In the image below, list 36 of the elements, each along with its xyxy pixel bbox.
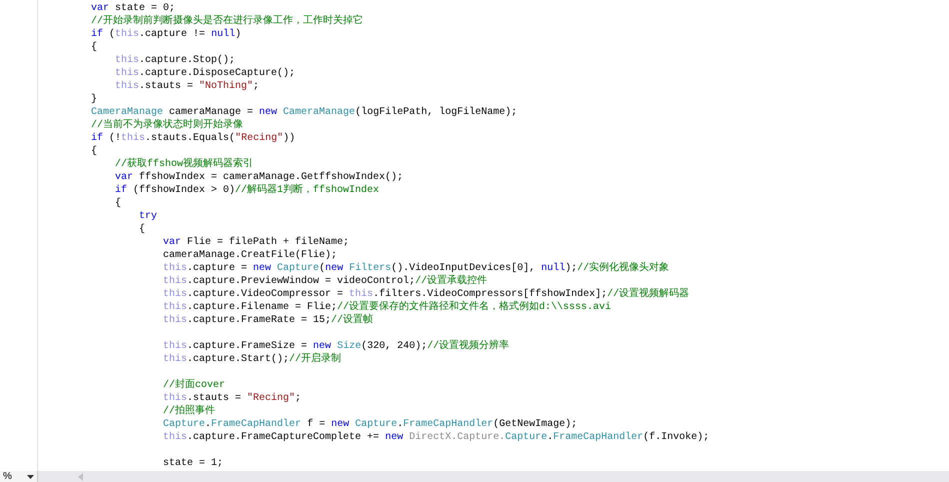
code-line: this.capture.FrameCaptureComplete += new DirectX.Capture.Capture.FrameCapHandler(f.Invoke); bbox=[162, 431, 710, 444]
code-line: this.capture.VideoCompressor = this.filters.VideoCompressors[ffshowIndex];//设置视频解码器 bbox=[162, 288, 690, 300]
code-line: try bbox=[138, 210, 158, 223]
code-line: this.stauts = "NoThing"; bbox=[114, 80, 260, 93]
code-line: this.capture.FrameRate = 15;//设置帧 bbox=[162, 314, 374, 327]
code-line: } bbox=[91, 93, 98, 106]
code-line: var ffshowIndex = cameraManage.GetffshowIndex(); bbox=[114, 171, 404, 184]
code-line: Capture.FrameCapHandler f = new Capture.FrameCapHandler(GetNewImage); bbox=[162, 418, 578, 431]
code-line: if (!this.stauts.Equals("Recing")) bbox=[91, 132, 296, 145]
code-line: var state = 0; bbox=[91, 2, 176, 14]
code-line: //获取ffshow视频解码器索引 bbox=[114, 158, 254, 171]
scroll-left-icon[interactable] bbox=[78, 472, 83, 480]
code-line: //当前不为录像状态时则开始录像 bbox=[91, 119, 244, 132]
code-line: { bbox=[91, 145, 98, 158]
code-line: //拍照事件 bbox=[162, 405, 216, 418]
code-line: var Flie = filePath + fileName; bbox=[162, 236, 350, 249]
code-line: state = 1; bbox=[162, 457, 224, 470]
code-line: this.capture.Stop(); bbox=[114, 54, 236, 67]
zoom-dropdown[interactable]: % bbox=[0, 471, 38, 482]
code-line: this.capture = new Capture(new Filters().VideoInputDevices[0], null);//实例化视像头对象 bbox=[162, 262, 670, 274]
code-line: if (ffshowIndex > 0)//解码器1判断，ffshowIndex bbox=[114, 184, 380, 197]
code-line: { bbox=[114, 197, 122, 210]
code-line: { bbox=[138, 223, 146, 236]
caret-icon bbox=[27, 474, 34, 478]
code-line: cameraManage.CreatFile(Flie); bbox=[162, 249, 338, 262]
code-line: //开始录制前判断摄像头是否在进行录像工作，工作时关掉它 bbox=[91, 15, 364, 28]
code-line: CameraManage cameraManage = new CameraManage(logFilePath, logFileName); bbox=[91, 106, 518, 118]
code-line: this.capture.PreviewWindow = videoControl;//设置承载控件 bbox=[162, 275, 488, 288]
code-line: this.capture.DisposeCapture(); bbox=[114, 67, 296, 80]
code-line: this.stauts = "Recing"; bbox=[162, 392, 302, 404]
code-line: this.capture.FrameSize = new Size(320, 240);//设置视频分辨率 bbox=[162, 340, 510, 352]
code-line: //封面cover bbox=[162, 379, 226, 392]
code-line: this.capture.Start();//开启录制 bbox=[162, 353, 342, 366]
code-line: this.capture.Filename = Flie;//设置要保存的文件路径和文件名，格式例如d:\\ssss.avi bbox=[162, 301, 612, 314]
code-line: if (this.capture != null) bbox=[91, 28, 242, 41]
code-line: { bbox=[91, 41, 98, 54]
